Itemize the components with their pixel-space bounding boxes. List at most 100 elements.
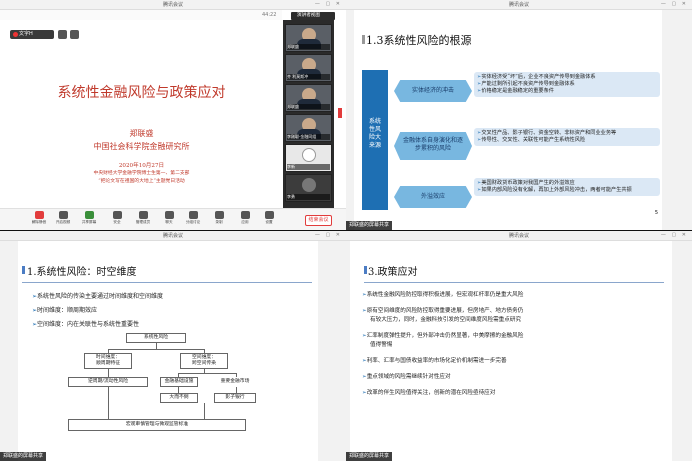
meeting-window-4: 腾讯会议 — ▢ ✕ 3.政策应对 系统性金融风险防控取得积极进展，但宏观杠杆率… bbox=[346, 231, 692, 461]
bullet-box-real-economy: 实体经济受“坏”后，企业不良资产传导到金融体系 产能过剩所引起不良资产传导到金融… bbox=[474, 72, 660, 97]
title-accent-bar bbox=[22, 266, 25, 274]
members-button[interactable]: 管理成员 bbox=[132, 211, 154, 229]
bullet-item: 系统性金融风险防控取得积极进展，但宏观杠杆率仍是重大风险 bbox=[362, 291, 524, 300]
bullet-item: 产能过剩所引起不良资产传导到金融体系 bbox=[477, 81, 657, 88]
apps-label: 应用 bbox=[241, 220, 249, 224]
apps-icon bbox=[240, 211, 250, 219]
left-margin bbox=[0, 241, 18, 461]
avatar bbox=[302, 148, 316, 162]
diagram-connector bbox=[178, 373, 236, 374]
chat-button[interactable]: 聊天 bbox=[158, 211, 180, 229]
participant-tile[interactable]: 李刚聪·金融同组 bbox=[285, 114, 332, 142]
record-icon bbox=[214, 211, 224, 219]
window-controls[interactable]: — ▢ ✕ bbox=[661, 232, 688, 238]
diagram-connector bbox=[108, 387, 109, 419]
gear-icon bbox=[264, 211, 274, 219]
video-button[interactable]: 开启视频 bbox=[52, 211, 74, 229]
bullet-item-continuation: 有较大压力，同时，金融科技引发的空间维度风险需重点研究 bbox=[370, 317, 522, 323]
side-scroll-strip[interactable] bbox=[334, 20, 346, 208]
shared-slide: 文字H 系统性金融风险与政策应对 郑联盛 中国社会科学院金融研究所 2020年1… bbox=[0, 20, 283, 208]
slide-title: 1.系统性风险：时空维度 bbox=[27, 267, 137, 278]
source-label-financial-system: 金融体系自身演化和逐步累积的风险 bbox=[394, 132, 472, 160]
share-screen-button[interactable]: 共享屏幕 bbox=[78, 211, 100, 229]
title-rule bbox=[364, 282, 664, 283]
shared-slide: 1.系统性风险：时空维度 系统性风险的传染主要通过时间维度和空间维度 时间维度：… bbox=[18, 241, 318, 461]
slide-note-2: “把论文写在祖国的大地上”主题党日活动 bbox=[98, 179, 185, 184]
end-meeting-button[interactable]: 结束会议 bbox=[305, 215, 332, 226]
window-title: 腾讯会议 bbox=[162, 233, 183, 239]
record-label: 录制 bbox=[215, 220, 223, 224]
members-icon bbox=[138, 211, 148, 219]
bullet-item: 交叉性产品、影子银行、资金空转、非标资产和同业业务等 bbox=[477, 130, 657, 137]
apps-button[interactable]: 应用 bbox=[234, 211, 256, 229]
page-number: 5 bbox=[654, 210, 658, 216]
view-switch-label: 演讲者视图 bbox=[297, 13, 320, 18]
recording-label: 文字H bbox=[19, 31, 33, 37]
bullet-item: 系统性风险的传染主要通过时间维度和空间维度 bbox=[32, 291, 163, 300]
more-icon[interactable] bbox=[70, 30, 79, 39]
window-title: 腾讯会议 bbox=[508, 2, 529, 8]
window-controls[interactable]: — ▢ ✕ bbox=[315, 1, 342, 7]
window-title: 腾讯会议 bbox=[162, 2, 183, 8]
meeting-timer: 44:22 bbox=[262, 12, 277, 18]
scroll-marker bbox=[338, 108, 342, 118]
mute-label: 解除静音 bbox=[31, 220, 47, 224]
source-label-spillover: 外溢效应 bbox=[394, 186, 472, 208]
title-accent-bar bbox=[364, 266, 367, 274]
left-margin bbox=[346, 10, 354, 230]
security-label: 安全 bbox=[113, 220, 121, 224]
participant-tile[interactable]: 李勇 bbox=[285, 174, 332, 202]
diagram-node-infrastructure: 金融基础设施 bbox=[160, 377, 198, 387]
title-bar: 腾讯会议 — ▢ ✕ bbox=[346, 231, 692, 241]
participant-name: 郑联盛 bbox=[287, 44, 330, 50]
bullet-item: 实体经济受“坏”后，企业不良资产传导到金融体系 bbox=[477, 74, 657, 81]
share-label: 共享屏幕 bbox=[81, 220, 97, 224]
participant-tile[interactable]: 齐 利莫斯冲 bbox=[285, 54, 332, 82]
microphone-icon bbox=[34, 211, 44, 219]
security-button[interactable]: 安全 bbox=[106, 211, 128, 229]
diagram-node-time: 时间维度： 顺周期特征 bbox=[84, 353, 132, 369]
title-bar: 腾讯会议 — ▢ ✕ bbox=[0, 231, 346, 241]
share-icon bbox=[84, 211, 94, 219]
grid-icon[interactable] bbox=[58, 30, 67, 39]
meeting-window-3: 腾讯会议 — ▢ ✕ 1.系统性风险：时空维度 系统性风险的传染主要通过时间维度… bbox=[0, 231, 346, 461]
bullet-item: 空间维度：内在关联性与系统性重要性 bbox=[32, 319, 139, 328]
bullet-item: 原有空间维度的风险防控取得重要进展，但房地产、地方债务仍 bbox=[362, 307, 524, 316]
screen-share-tag: 郑联盛的屏幕共享 bbox=[346, 221, 393, 230]
bullet-item: 汇率制度弹性提升，但外部冲击仍然显著，中美摩擦的金融风险 bbox=[362, 332, 524, 341]
bullet-item-continuation: 值得警惕 bbox=[370, 342, 393, 348]
bullet-item: 利率、汇率与国债收益率的市场化定价机制需进一步完善 bbox=[362, 357, 507, 366]
settings-label: 设置 bbox=[265, 220, 273, 224]
settings-button[interactable]: 设置 bbox=[258, 211, 280, 229]
avatar bbox=[302, 178, 316, 192]
video-label: 开启视频 bbox=[55, 220, 71, 224]
participant-tile[interactable]: 郑联盛 bbox=[285, 24, 332, 52]
participant-tile[interactable]: 郑联盛 bbox=[285, 84, 332, 112]
participant-name: 李新 bbox=[287, 164, 330, 170]
record-button[interactable]: 录制 bbox=[208, 211, 230, 229]
bullet-box-spillover: 美国财政货币政策对我国产生的外溢效应 如果内部风险没有化解，再加上外部风险冲击，… bbox=[474, 178, 660, 196]
participant-tile[interactable]: 李新 bbox=[285, 144, 332, 172]
breakout-label: 分组讨论 bbox=[185, 220, 201, 224]
participant-gallery: 郑联盛 齐 利莫斯冲 郑联盛 李刚聪·金融同组 李新 李勇 bbox=[283, 20, 334, 208]
top-info-strip: 44:22 bbox=[0, 10, 282, 20]
breakout-button[interactable]: 分组讨论 bbox=[182, 211, 204, 229]
meeting-window-1: 腾讯会议 — ▢ ✕ 44:22 演讲者视图 文字H 系统性金融风险与政策应对 … bbox=[0, 0, 346, 230]
record-dot-icon bbox=[13, 32, 18, 37]
mute-button[interactable]: 解除静音 bbox=[28, 211, 50, 229]
shield-icon bbox=[112, 211, 122, 219]
title-accent-bar bbox=[362, 35, 365, 44]
view-switch-button[interactable]: 演讲者视图 bbox=[291, 12, 335, 20]
window-controls[interactable]: — ▢ ✕ bbox=[661, 1, 688, 7]
diagram-node-market: 重要金融市场 bbox=[214, 377, 256, 387]
recording-badge[interactable]: 文字H bbox=[10, 30, 54, 39]
breakout-icon bbox=[188, 211, 198, 219]
window-controls[interactable]: — ▢ ✕ bbox=[315, 232, 342, 238]
bullet-item: 改革的伴生风险值得关注，创新的潜在风险亟待应对 bbox=[362, 389, 496, 398]
slide-org: 中国社会科学院金融研究所 bbox=[93, 142, 190, 151]
risk-source-box: 系统 性风 险大 来源 bbox=[362, 70, 388, 210]
diagram-connector bbox=[108, 369, 109, 377]
slide-title: 3.政策应对 bbox=[368, 267, 418, 278]
right-margin bbox=[672, 241, 692, 461]
slide-note-1: 中央财经大学金融学院博士生第一、第二支部 bbox=[93, 171, 190, 176]
